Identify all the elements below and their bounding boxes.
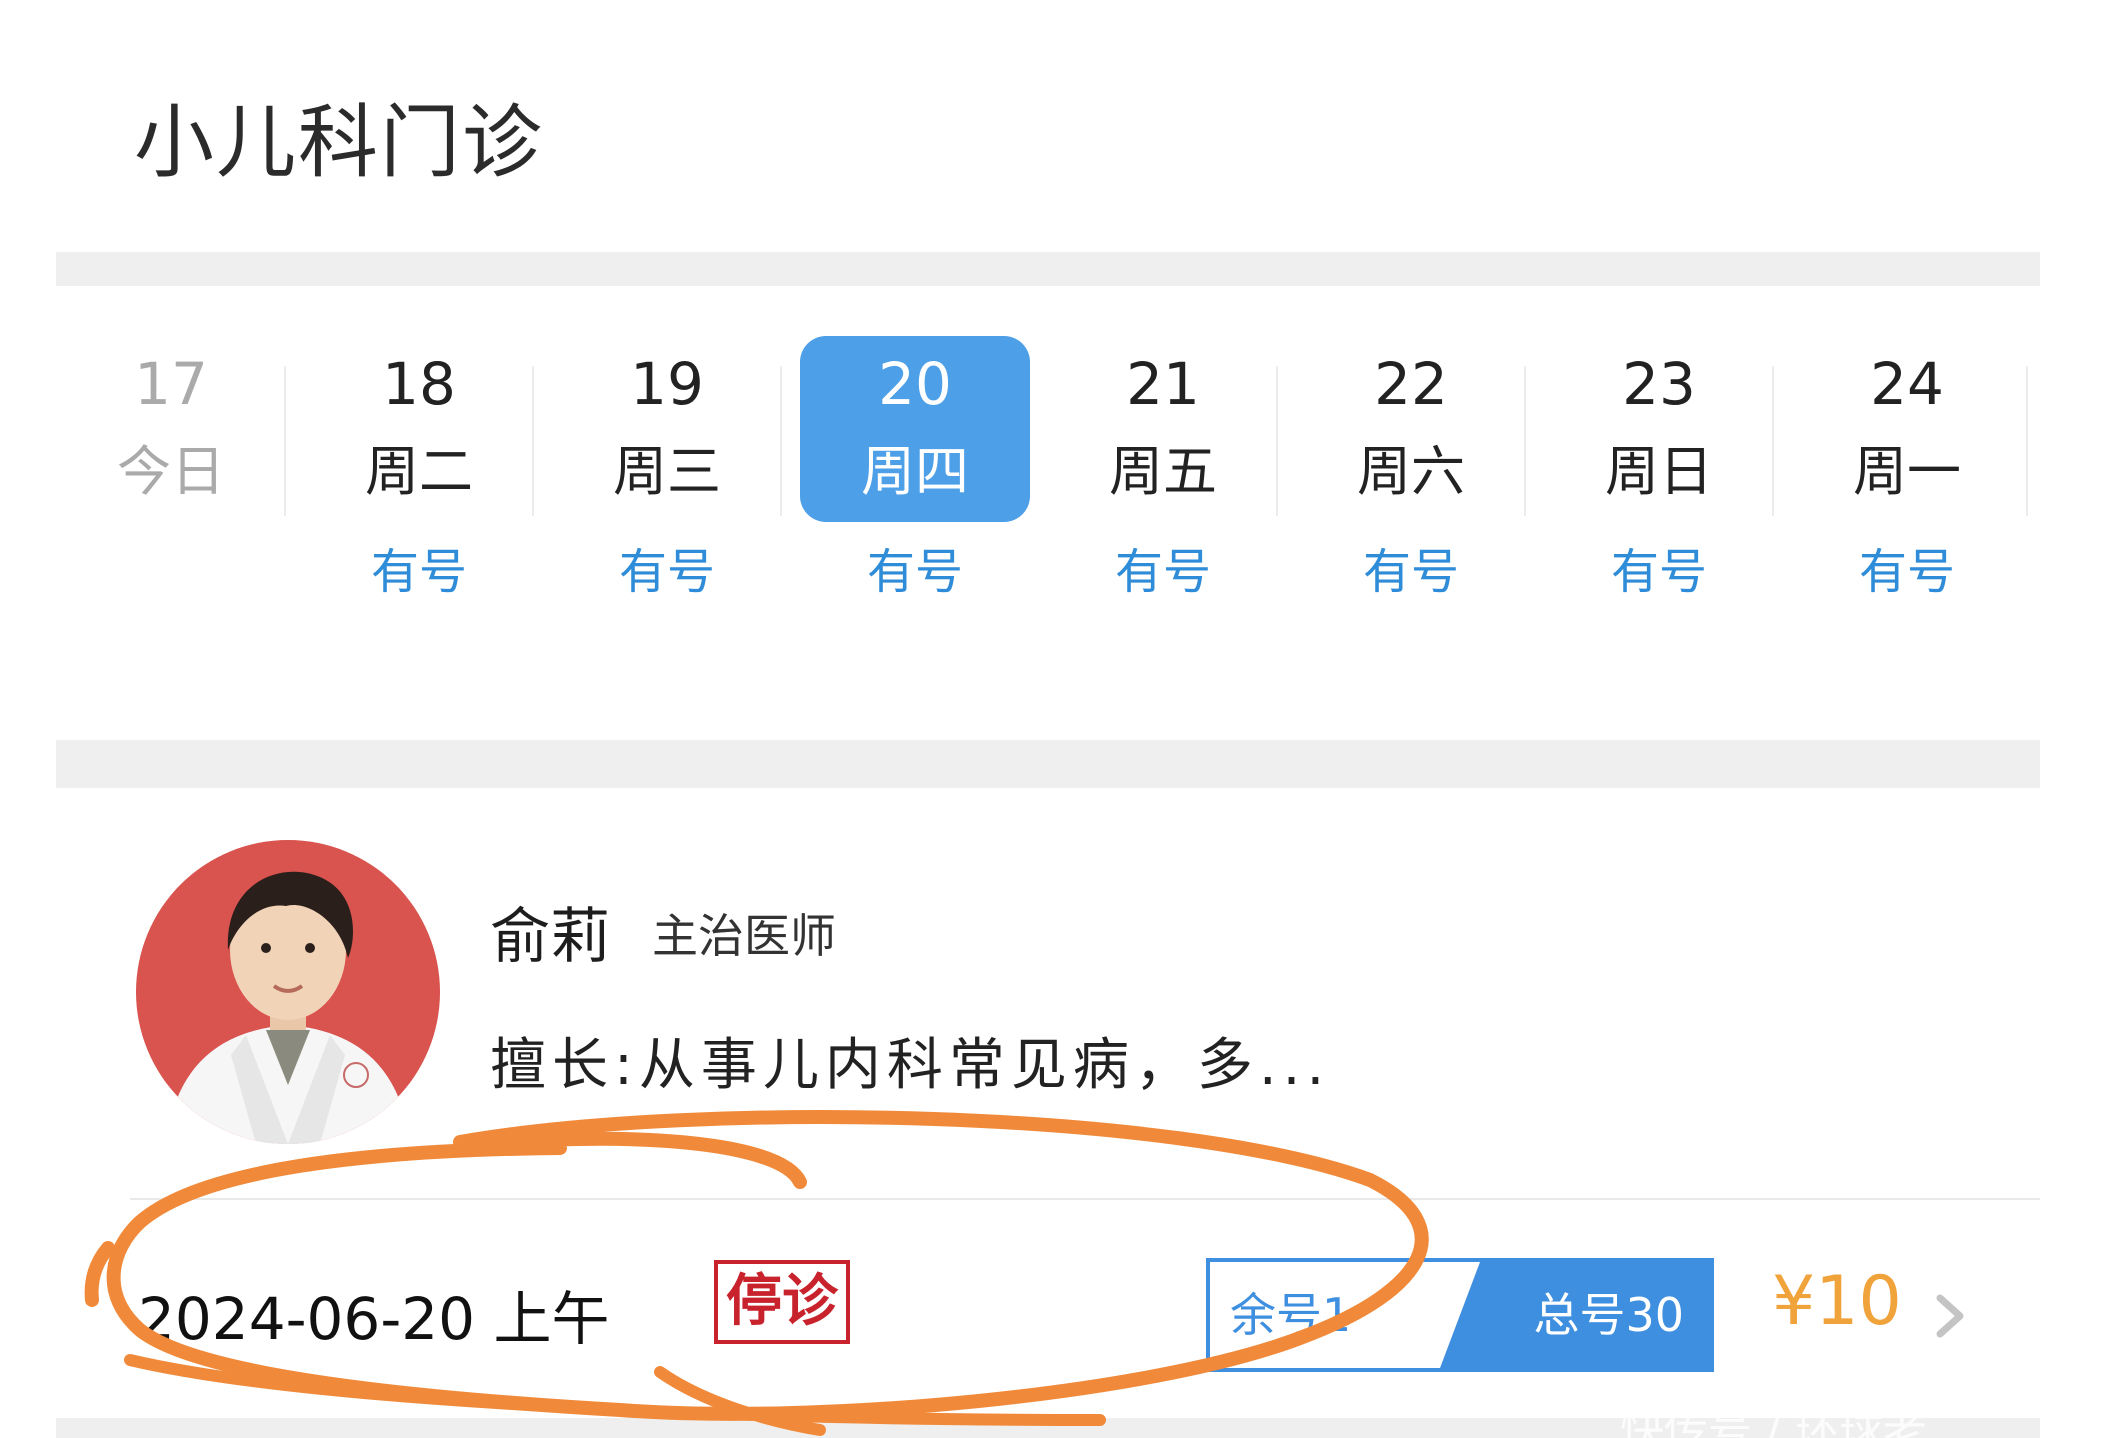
date-availability: 有号: [1858, 544, 1955, 600]
date-number: 23: [1622, 350, 1696, 418]
status-badge: 停诊: [714, 1260, 850, 1344]
date-availability: 有号: [1114, 544, 1211, 600]
date-tab-24[interactable]: 24 周一 有号: [1792, 336, 2022, 616]
date-tab-23[interactable]: 23 周日 有号: [1544, 336, 1774, 616]
date-tab-18[interactable]: 18 周二 有号: [304, 336, 534, 616]
date-weekday: 周一: [1853, 440, 1961, 503]
date-tab-20[interactable]: 20 周四 有号: [800, 336, 1030, 616]
date-weekday: 周五: [1109, 440, 1217, 503]
date-number: 20: [878, 350, 952, 418]
doctor-title: 主治医师: [652, 909, 836, 963]
date-availability: [56, 532, 286, 612]
date-availability: 有号: [618, 544, 715, 600]
date-number: 19: [630, 350, 704, 418]
price: ¥10: [1772, 1262, 1902, 1341]
quota-indicator: 余号1 总号30: [1206, 1258, 1714, 1372]
date-number: 17: [134, 350, 208, 418]
chevron-right-icon[interactable]: [1918, 1284, 1982, 1348]
page-title: 小儿科门诊: [134, 96, 544, 189]
date-weekday: 周日: [1605, 440, 1713, 503]
date-separator: [780, 366, 782, 516]
date-number: 24: [1870, 350, 1944, 418]
date-weekday: 周三: [613, 440, 721, 503]
date-number: 21: [1126, 350, 1200, 418]
quota-total: 总号30: [1533, 1288, 1684, 1342]
quota-remaining: 余号1: [1230, 1288, 1352, 1342]
slot-date: 2024-06-20 上午: [138, 1285, 610, 1353]
date-separator: [1524, 366, 1526, 516]
date-number: 22: [1374, 350, 1448, 418]
date-weekday: 周二: [365, 440, 473, 503]
date-weekday: 今日: [117, 440, 225, 503]
doctor-photo: [136, 840, 440, 1144]
date-availability: 有号: [1610, 544, 1707, 600]
date-separator: [2026, 366, 2028, 516]
date-availability: 有号: [370, 544, 467, 600]
date-selector: 17 今日 18 周二 有号 19 周三 有号 20 周四 有号 21 周五 有…: [56, 286, 2040, 626]
date-separator: [284, 366, 286, 516]
date-number: 18: [382, 350, 456, 418]
date-weekday: 周四: [861, 440, 969, 503]
doctor-avatar: [136, 840, 440, 1144]
date-tab-19[interactable]: 19 周三 有号: [552, 336, 782, 616]
schedule-slot-row[interactable]: 2024-06-20 上午 停诊 余号1 总号30 ¥10: [56, 1200, 2040, 1418]
date-tab-21[interactable]: 21 周五 有号: [1048, 336, 1278, 616]
section-divider: [56, 740, 2040, 788]
date-availability: 有号: [1362, 544, 1459, 600]
date-tab-17[interactable]: 17 今日: [56, 336, 286, 616]
date-weekday: 周六: [1357, 440, 1465, 503]
doctor-specialty: 擅长:从事儿内科常见病，多...: [490, 1033, 1331, 1098]
doctor-card[interactable]: 俞莉 主治医师 擅长:从事儿内科常见病，多...: [56, 788, 2040, 1208]
date-separator: [532, 366, 534, 516]
date-tab-22[interactable]: 22 周六 有号: [1296, 336, 1526, 616]
doctor-name: 俞莉: [490, 902, 610, 972]
date-separator: [1772, 366, 1774, 516]
date-availability: 有号: [866, 544, 963, 600]
section-divider: [56, 252, 2040, 286]
watermark: 快传号 / 环球老: [1620, 1405, 1927, 1438]
